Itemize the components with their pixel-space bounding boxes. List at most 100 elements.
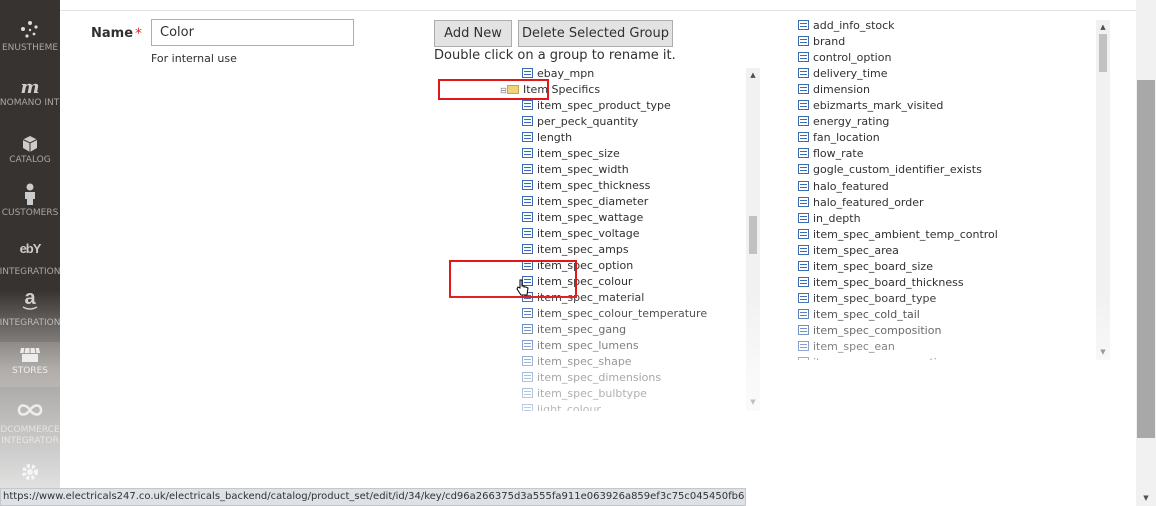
attribute-icon bbox=[522, 164, 533, 174]
delete-selected-group-button[interactable]: Delete Selected Group bbox=[518, 20, 673, 47]
scroll-down-arrow-icon[interactable]: ▼ bbox=[748, 397, 758, 407]
attribute-icon bbox=[522, 388, 533, 398]
tree-item-label: item_spec_diameter bbox=[537, 195, 649, 208]
attribute-icon bbox=[798, 196, 809, 207]
group-attribute-item[interactable]: light_colour bbox=[522, 402, 601, 411]
attribute-icon bbox=[522, 68, 533, 78]
tree-item-label: item_spec_lumens bbox=[537, 339, 639, 352]
nav-label: CATALOG bbox=[9, 155, 51, 165]
unassigned-attributes-tree[interactable]: add_info_stockbrand control_option deliver… bbox=[796, 18, 1110, 360]
unassigned-attribute-item[interactable]: gogle_custom_identifier_exists bbox=[798, 162, 982, 178]
group-attribute-item[interactable]: item_spec_dimensions bbox=[522, 370, 661, 386]
unassigned-attribute-item[interactable]: item_spec_board_size bbox=[798, 259, 933, 275]
nav-item-manomano[interactable]: m MANOMANO INTEGRATION bbox=[0, 70, 60, 126]
scroll-down-arrow-icon[interactable]: ▼ bbox=[1098, 347, 1108, 357]
tree-item-label: item_spec_ambient_temp_control bbox=[813, 227, 998, 241]
attribute-icon bbox=[798, 292, 809, 303]
nav-item-stores[interactable]: STORES bbox=[0, 342, 60, 387]
group-attribute-item[interactable]: item_spec_wattage bbox=[522, 210, 643, 226]
groups-tree[interactable]: ebay_mpn ⊟ Item Specifics item_spec_product… bbox=[436, 68, 760, 411]
nav-item-system[interactable] bbox=[0, 456, 60, 490]
group-attribute-item[interactable]: item_spec_shape bbox=[522, 354, 632, 370]
nav-label: DCOMMERCE INTEGRATOR bbox=[0, 425, 60, 446]
tree-item-label: item_spec_wattage bbox=[537, 211, 644, 224]
page-scrollbar[interactable]: ▼ bbox=[1136, 0, 1156, 506]
attribute-set-name-input[interactable]: Color bbox=[151, 19, 354, 46]
gear-icon bbox=[22, 464, 38, 480]
unassigned-attribute-item[interactable]: fan_location bbox=[798, 130, 880, 146]
unassigned-attribute-item[interactable]: add_info_stock bbox=[798, 18, 895, 34]
tree-item-label: item_spec_area bbox=[813, 243, 899, 257]
nav-item-catalog[interactable]: CATALOG bbox=[0, 126, 60, 176]
required-asterisk: * bbox=[135, 26, 142, 42]
unassigned-attribute-item[interactable]: item_spec_board_thickness bbox=[798, 275, 964, 291]
scroll-down-arrow-icon[interactable]: ▼ bbox=[1141, 493, 1151, 503]
unassigned-attribute-item[interactable]: ebizmarts_mark_visited bbox=[798, 98, 943, 114]
unassigned-attribute-item[interactable]: control_option bbox=[798, 50, 891, 66]
group-attribute-item[interactable]: item_spec_lumens bbox=[522, 338, 639, 354]
page-scroll-thumb[interactable] bbox=[1137, 80, 1155, 438]
attribute-icon bbox=[798, 276, 809, 287]
group-attribute-item[interactable]: item_spec_gang bbox=[522, 322, 626, 338]
nav-item-enustheme[interactable]: ENUSTHEME bbox=[0, 0, 60, 70]
tree-item-label: item_spec_width bbox=[537, 163, 629, 176]
attributes-scroll-thumb[interactable] bbox=[1099, 34, 1107, 72]
unassigned-attribute-item[interactable]: item_spec_ean bbox=[798, 339, 895, 355]
name-hint: For internal use bbox=[151, 52, 237, 65]
storefront-icon bbox=[20, 347, 40, 362]
unassigned-attribute-item[interactable]: halo_featured bbox=[798, 179, 889, 195]
group-attribute-item[interactable]: item_spec_bulbtype bbox=[522, 386, 647, 402]
tree-item-label: item_spec_colour_temperature bbox=[537, 307, 708, 320]
manomano-m-icon: m bbox=[20, 77, 39, 97]
groups-scroll-thumb[interactable] bbox=[749, 216, 757, 254]
admin-sidebar: ENUSTHEME m MANOMANO INTEGRATION CATALOG… bbox=[0, 0, 60, 506]
group-attribute-item[interactable]: length bbox=[522, 130, 572, 146]
group-attribute-item[interactable]: item_spec_thickness bbox=[522, 178, 650, 194]
attributes-scrollbar[interactable]: ▲ ▼ bbox=[1096, 20, 1110, 360]
nav-item-customers[interactable]: CUSTOMERS bbox=[0, 176, 60, 232]
highlight-item-spec-colour bbox=[449, 260, 577, 298]
unassigned-attribute-item[interactable]: item_spec_composition bbox=[798, 323, 941, 339]
unassigned-attribute-item[interactable]: item_spec_area bbox=[798, 243, 899, 259]
group-attribute-item[interactable]: item_spec_size bbox=[522, 146, 620, 162]
nav-item-amazon-integration[interactable]: a INTEGRATION bbox=[0, 284, 60, 342]
group-attribute-item[interactable]: item_spec_width bbox=[522, 162, 629, 178]
group-attribute-item[interactable]: item_spec_colour_temperature bbox=[522, 306, 707, 322]
unassigned-attribute-item[interactable]: brand bbox=[798, 34, 845, 50]
groups-scrollbar[interactable]: ▲ ▼ bbox=[746, 68, 760, 411]
unassigned-attribute-item[interactable]: item_spec_cold_tail bbox=[798, 307, 920, 323]
unassigned-attribute-item[interactable]: item_spec_ambient_temp_control bbox=[798, 227, 998, 243]
mouse-cursor-hand-icon bbox=[516, 279, 529, 296]
unassigned-attribute-item[interactable]: halo_featured_order bbox=[798, 195, 924, 211]
tree-item-label: item_spec_energy_rating bbox=[813, 356, 951, 360]
tree-item-label: item_spec_board_type bbox=[813, 291, 937, 305]
tree-item-label: item_spec_composition bbox=[813, 323, 942, 337]
group-attribute-item[interactable]: item_spec_diameter bbox=[522, 194, 648, 210]
scroll-up-arrow-icon[interactable]: ▲ bbox=[748, 70, 758, 80]
group-attribute-item[interactable]: item_spec_product_type bbox=[522, 98, 671, 114]
tree-item-label: item_spec_thickness bbox=[537, 179, 651, 192]
tree-item-label: item_spec_shape bbox=[537, 355, 632, 368]
tree-item-label: item_spec_dimensions bbox=[537, 371, 662, 384]
unassigned-attribute-item[interactable]: dimension bbox=[798, 82, 870, 98]
rename-hint: Double click on a group to rename it. bbox=[434, 48, 676, 63]
add-new-group-button[interactable]: Add New bbox=[434, 20, 512, 47]
unassigned-attribute-item[interactable]: in_depth bbox=[798, 211, 861, 227]
attribute-icon bbox=[798, 164, 809, 175]
tree-item-label: add_info_stock bbox=[813, 19, 895, 32]
unassigned-attribute-item[interactable]: energy_rating bbox=[798, 114, 889, 130]
attribute-icon bbox=[798, 100, 809, 111]
group-attribute-item[interactable]: item_spec_voltage bbox=[522, 226, 639, 242]
scroll-up-arrow-icon[interactable]: ▲ bbox=[1098, 22, 1108, 32]
name-label: Name bbox=[91, 26, 134, 41]
tree-item-label: halo_featured bbox=[813, 179, 889, 193]
unassigned-attribute-item[interactable]: flow_rate bbox=[798, 146, 864, 162]
unassigned-attribute-item[interactable]: delivery_time bbox=[798, 66, 888, 82]
attribute-icon bbox=[522, 340, 533, 350]
nav-item-ebay-integration[interactable]: ebY INTEGRATION bbox=[0, 232, 60, 284]
unassigned-attribute-item[interactable]: item_spec_board_type bbox=[798, 291, 936, 307]
group-attribute-item[interactable]: item_spec_amps bbox=[522, 242, 629, 258]
unassigned-attribute-item[interactable]: item_spec_energy_rating bbox=[798, 355, 951, 360]
nav-item-dcommerce-integrator[interactable]: DCOMMERCE INTEGRATOR bbox=[0, 396, 60, 454]
group-attribute-item[interactable]: per_peck_quantity bbox=[522, 114, 638, 130]
